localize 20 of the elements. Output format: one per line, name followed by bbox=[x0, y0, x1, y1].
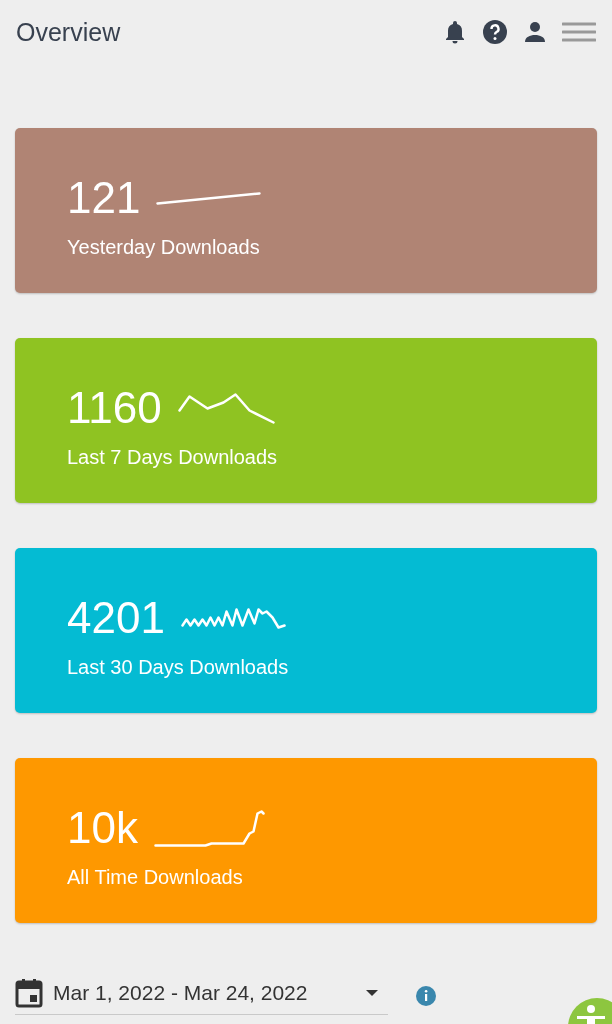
stat-label: Last 7 Days Downloads bbox=[67, 446, 278, 469]
calendar-icon bbox=[15, 977, 43, 1008]
notification-bell-icon[interactable] bbox=[444, 20, 466, 44]
stat-value: 4201 bbox=[67, 596, 165, 640]
help-icon[interactable] bbox=[482, 19, 508, 45]
sparkline-icon bbox=[180, 607, 286, 629]
stat-value: 10k bbox=[67, 806, 138, 850]
stat-value: 121 bbox=[67, 176, 141, 220]
dropdown-caret-icon bbox=[366, 989, 378, 996]
info-icon[interactable] bbox=[416, 986, 436, 1006]
date-range-field[interactable]: Mar 1, 2022 - Mar 24, 2022 bbox=[15, 971, 388, 1015]
stat-label: All Time Downloads bbox=[67, 866, 243, 889]
sparkline-icon bbox=[177, 392, 275, 424]
sparkline-icon bbox=[156, 191, 262, 205]
stat-label: Yesterday Downloads bbox=[67, 236, 260, 259]
stat-value: 1160 bbox=[67, 386, 162, 430]
stat-label: Last 30 Days Downloads bbox=[67, 656, 289, 679]
user-icon[interactable] bbox=[524, 21, 546, 43]
sparkline-icon bbox=[153, 809, 265, 847]
page-title: Overview bbox=[16, 17, 122, 47]
